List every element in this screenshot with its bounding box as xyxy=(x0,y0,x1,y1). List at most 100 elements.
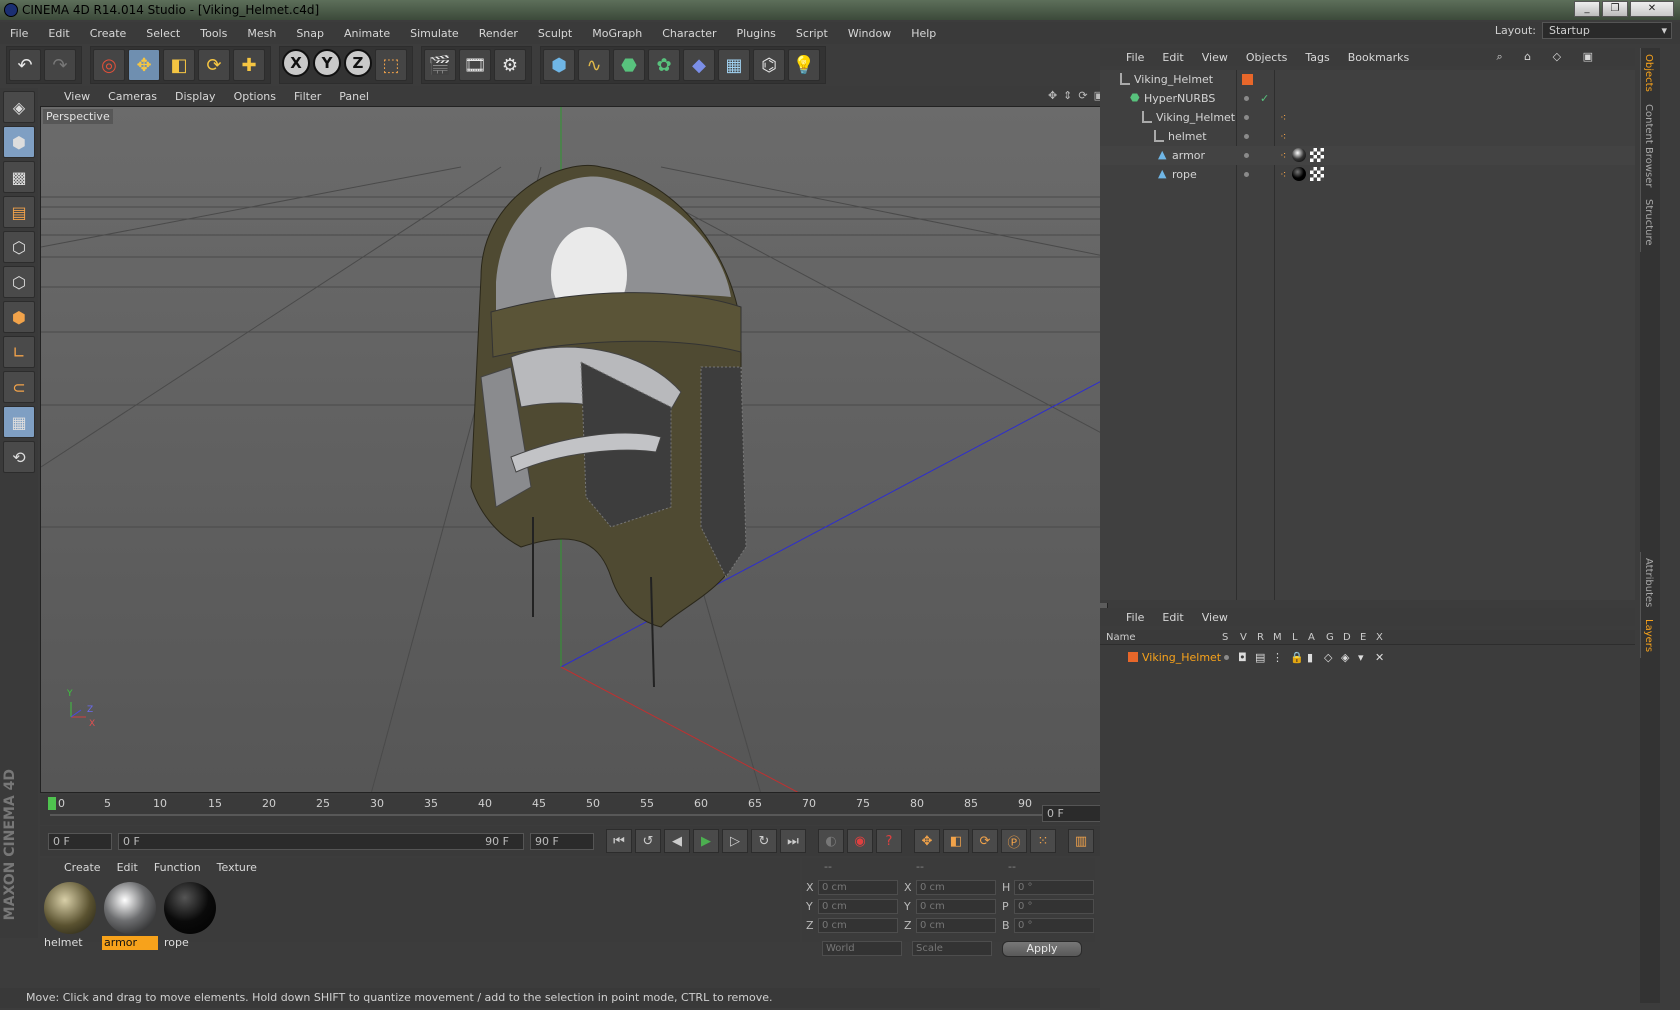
menu-sculpt[interactable]: Sculpt xyxy=(538,27,572,40)
tab-objects[interactable]: Objects xyxy=(1640,48,1656,98)
visibility-dot[interactable] xyxy=(1244,96,1249,101)
play-icon[interactable]: ▶ xyxy=(693,829,719,853)
menu-help[interactable]: Help xyxy=(911,27,936,40)
go-to-end-icon[interactable]: ⏭ xyxy=(780,829,806,853)
visibility-dot[interactable] xyxy=(1244,115,1249,120)
undo-icon[interactable]: ↶ xyxy=(9,49,41,81)
object-menu-edit[interactable]: Edit xyxy=(1162,51,1183,64)
locked-workplane-icon[interactable]: ⟲ xyxy=(3,441,35,473)
rotate-tool-icon[interactable]: ⟳ xyxy=(198,49,230,81)
autokey-icon[interactable]: ◉ xyxy=(847,829,873,853)
size-x-field[interactable]: 0 cm xyxy=(916,880,996,895)
visibility-dot[interactable] xyxy=(1244,153,1249,158)
layout-dropdown[interactable]: Startup xyxy=(1542,22,1672,39)
xref-toggle-icon[interactable]: ✕ xyxy=(1375,648,1384,667)
menu-character[interactable]: Character xyxy=(662,27,716,40)
cube-object-icon[interactable]: ⬢ xyxy=(543,49,575,81)
polygons-mode-icon[interactable]: ⬢ xyxy=(3,301,35,333)
key-parameter-icon[interactable]: Ⓟ xyxy=(1001,829,1027,853)
material-tag-icon[interactable] xyxy=(1292,167,1306,181)
scale-tool-icon[interactable]: ◧ xyxy=(163,49,195,81)
menu-tools[interactable]: Tools xyxy=(200,27,227,40)
preview-range-slider[interactable]: 0 F 90 F xyxy=(118,832,524,850)
object-menu-objects[interactable]: Objects xyxy=(1246,51,1288,64)
object-menu-bookmarks[interactable]: Bookmarks xyxy=(1348,51,1409,64)
key-rotation-icon[interactable]: ⟳ xyxy=(972,829,998,853)
layer-row[interactable]: Viking_Helmet ◘ ▤ ⋮ 🔒 ▮ ◇ ◈ ▾ ✕ xyxy=(1100,648,1635,667)
key-scale-icon[interactable]: ◧ xyxy=(943,829,969,853)
generators-toggle-icon[interactable]: ◇ xyxy=(1324,648,1332,667)
size-z-field[interactable]: 0 cm xyxy=(916,918,996,933)
material-helmet[interactable]: helmet xyxy=(42,880,98,952)
material-rope[interactable]: rope xyxy=(162,880,218,952)
coordinate-mode-dropdown[interactable]: World xyxy=(822,941,902,956)
menu-animate[interactable]: Animate xyxy=(344,27,390,40)
key-pla-icon[interactable]: ⁙ xyxy=(1030,829,1056,853)
layer-menu-edit[interactable]: Edit xyxy=(1162,611,1183,624)
material-menu-create[interactable]: Create xyxy=(64,861,101,874)
live-selection-icon[interactable]: ◎ xyxy=(93,49,125,81)
keyframe-selection-icon[interactable]: ? xyxy=(876,829,902,853)
orbit-icon[interactable]: ⟳ xyxy=(1078,89,1087,102)
visibility-dot[interactable] xyxy=(1244,172,1249,177)
spline-icon[interactable]: ∿ xyxy=(578,49,610,81)
position-x-field[interactable]: 0 cm xyxy=(818,880,898,895)
menu-snap[interactable]: Snap xyxy=(296,27,324,40)
key-position-icon[interactable]: ✥ xyxy=(914,829,940,853)
floor-icon[interactable]: ▦ xyxy=(718,49,750,81)
new-window-icon[interactable]: ▣ xyxy=(1583,50,1593,63)
layer-menu-file[interactable]: File xyxy=(1126,611,1144,624)
solo-toggle[interactable] xyxy=(1224,655,1229,660)
workplane-mode-icon[interactable]: ▤ xyxy=(3,196,35,228)
go-to-start-icon[interactable]: ⏮ xyxy=(606,829,632,853)
menu-mograph[interactable]: MoGraph xyxy=(592,27,642,40)
object-menu-file[interactable]: File xyxy=(1126,51,1144,64)
viewport-menu-filter[interactable]: Filter xyxy=(294,90,321,103)
y-axis-lock-icon[interactable]: Y xyxy=(313,49,341,77)
rotation-h-field[interactable]: 0 ° xyxy=(1014,880,1094,895)
render-picture-viewer-icon[interactable]: 🎞 xyxy=(459,49,491,81)
close-button[interactable]: ✕ xyxy=(1630,1,1674,17)
search-icon[interactable]: ⌕ xyxy=(1496,50,1502,63)
texture-mode-icon[interactable]: ▩ xyxy=(3,161,35,193)
redo-icon[interactable]: ↷ xyxy=(44,49,76,81)
tab-attributes[interactable]: Attributes xyxy=(1640,551,1656,614)
layer-col-generators[interactable]: G xyxy=(1326,632,1334,643)
make-editable-icon[interactable]: ◈ xyxy=(3,91,35,123)
material-tag-icon[interactable] xyxy=(1292,148,1306,162)
material-menu-function[interactable]: Function xyxy=(154,861,201,874)
object-row[interactable]: ▲ rope ⁖ xyxy=(1100,165,1635,184)
current-frame-field[interactable]: 0 F xyxy=(1042,805,1104,822)
object-row[interactable]: helmet ⁖ xyxy=(1100,127,1635,146)
layer-col-render[interactable]: R xyxy=(1257,632,1264,643)
tab-layers[interactable]: Layers xyxy=(1640,613,1656,659)
layer-col-animation[interactable]: A xyxy=(1308,632,1315,643)
tab-structure[interactable]: Structure xyxy=(1640,193,1656,252)
render-view-icon[interactable]: 🎬 xyxy=(424,49,456,81)
array-icon[interactable]: ✿ xyxy=(648,49,680,81)
render-toggle-icon[interactable]: ▤ xyxy=(1255,648,1265,667)
points-mode-icon[interactable]: ⬡ xyxy=(3,231,35,263)
size-mode-dropdown[interactable]: Scale xyxy=(912,941,992,956)
menu-window[interactable]: Window xyxy=(848,27,891,40)
timeline-window-icon[interactable]: ▥ xyxy=(1068,829,1094,853)
z-axis-lock-icon[interactable]: Z xyxy=(344,49,372,77)
view-toggle-icon[interactable]: ◘ xyxy=(1238,648,1247,667)
maximize-button[interactable]: ❐ xyxy=(1602,1,1628,17)
object-row[interactable]: Viking_Helmet xyxy=(1100,70,1635,89)
snapping-icon[interactable]: ⊂ xyxy=(3,371,35,403)
menu-mesh[interactable]: Mesh xyxy=(247,27,276,40)
timeline-ruler[interactable]: 0 5 10 15 20 25 30 35 40 45 50 55 60 65 … xyxy=(40,795,1108,825)
viewport-menu-panel[interactable]: Panel xyxy=(339,90,369,103)
object-menu-view[interactable]: View xyxy=(1202,51,1228,64)
move-tool-icon[interactable]: ✥ xyxy=(128,49,160,81)
layer-col-deformers[interactable]: D xyxy=(1343,632,1351,643)
animation-toggle-icon[interactable]: ▮ xyxy=(1307,648,1313,667)
object-row[interactable]: Viking_Helmet ⁖ xyxy=(1100,108,1635,127)
object-row[interactable]: ⬣ HyperNURBS ✓ xyxy=(1100,89,1635,108)
material-menu-edit[interactable]: Edit xyxy=(117,861,138,874)
previous-frame-icon[interactable]: ◀ xyxy=(664,829,690,853)
viewport-menu-display[interactable]: Display xyxy=(175,90,216,103)
perspective-viewport[interactable]: Perspective Y Z X xyxy=(40,106,1108,793)
layer-col-locked[interactable]: L xyxy=(1292,632,1298,643)
